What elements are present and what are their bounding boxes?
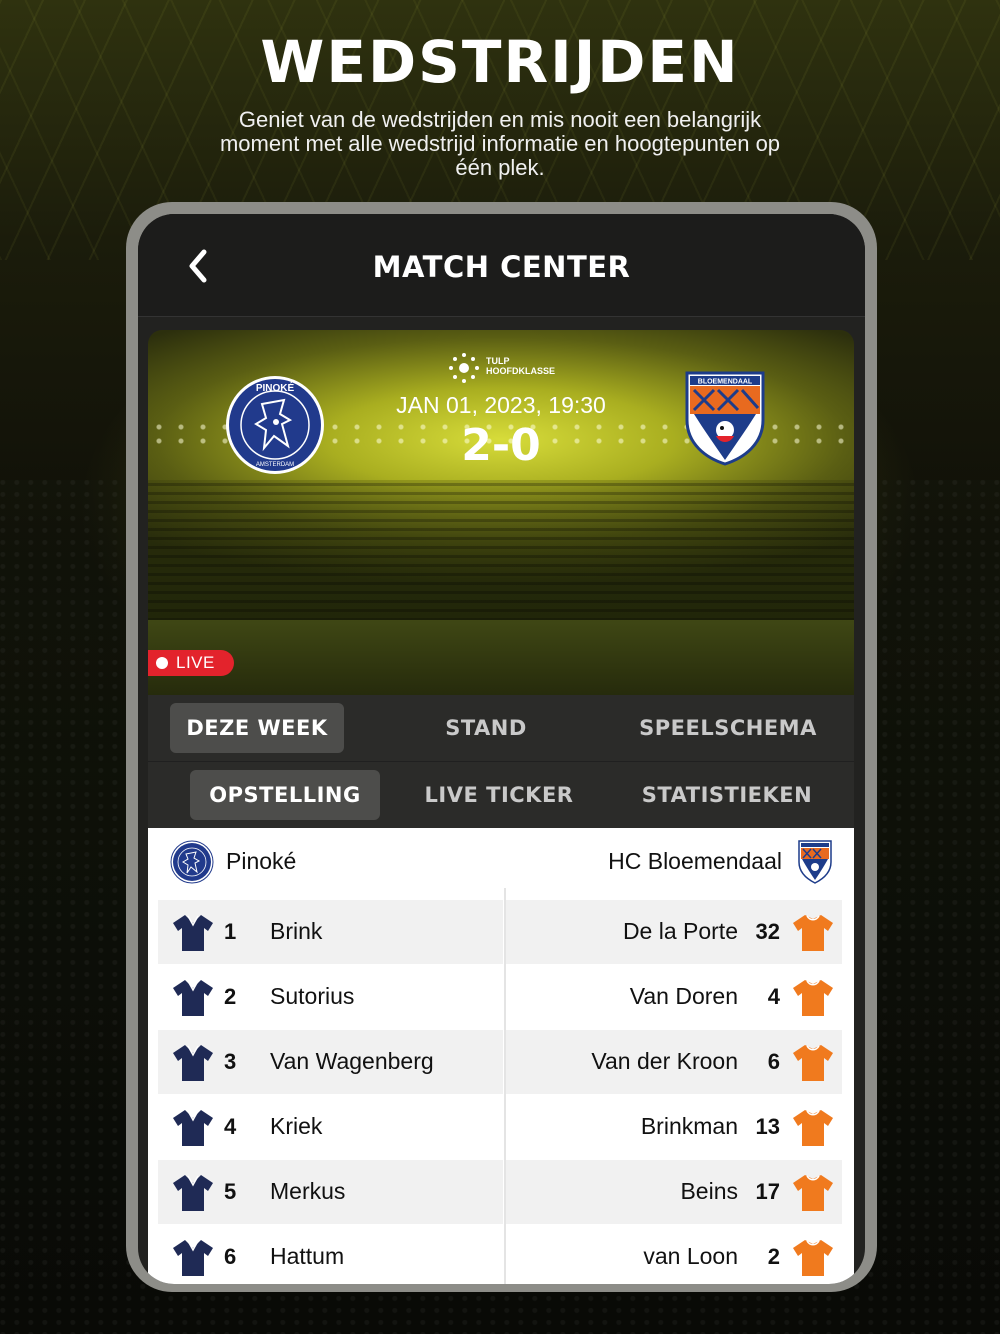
away-player-row[interactable]: 6 Van der Kroon	[506, 1030, 842, 1094]
away-shirt-icon	[793, 980, 833, 1016]
tab-deze-week[interactable]: DEZE WEEK	[170, 703, 344, 753]
player-number: 1	[224, 919, 237, 944]
home-team-name: Pinoké	[226, 848, 297, 874]
player-name: Brink	[270, 918, 323, 944]
player-name: Merkus	[270, 1178, 346, 1204]
player-name: Hattum	[270, 1243, 345, 1269]
home-shirt-icon	[173, 1240, 213, 1276]
tab-speelschema[interactable]: SPEELSCHEMA	[628, 703, 828, 753]
player-name: De la Porte	[622, 918, 738, 944]
player-name: van Loon	[643, 1243, 738, 1269]
player-number: 4	[767, 984, 780, 1009]
player-number: 4	[224, 1114, 237, 1139]
away-shirt-icon	[793, 1110, 833, 1146]
pinoke-small-logo-icon	[170, 840, 214, 884]
tab-opstelling[interactable]: OPSTELLING	[190, 770, 380, 820]
player-name: Van der Kroon	[591, 1048, 738, 1074]
player-number: 6	[224, 1244, 237, 1269]
home-player-row[interactable]: 1 Brink	[158, 900, 503, 964]
player-name: Beins	[680, 1178, 738, 1204]
player-number: 32	[755, 919, 780, 944]
league-name-line2: HOOFDKLASSE	[486, 366, 556, 376]
match-hero: TULP HOOFDKLASSE PINOKÉ AMSTERDAM JAN 01…	[148, 330, 854, 695]
tab-stand[interactable]: STAND	[396, 703, 576, 753]
live-badge: LIVE	[148, 650, 234, 676]
player-number: 6	[767, 1049, 780, 1074]
bloemendaal-logo-icon[interactable]: BLOEMENDAAL	[684, 370, 766, 466]
away-shirt-icon	[793, 915, 833, 951]
player-name: Van Wagenberg	[270, 1048, 434, 1074]
player-number: 2	[767, 1244, 780, 1269]
bloemendaal-small-logo-icon	[798, 840, 832, 884]
home-player-row[interactable]: 4 Kriek	[158, 1095, 503, 1159]
player-number: 2	[224, 984, 237, 1009]
live-dot-icon	[156, 657, 168, 669]
player-name: Kriek	[270, 1113, 323, 1139]
league-name: TULP HOOFDKLASSE	[486, 356, 555, 376]
player-number: 17	[755, 1179, 780, 1204]
player-number: 5	[224, 1179, 237, 1204]
live-label: LIVE	[176, 653, 215, 672]
away-shirt-icon	[793, 1045, 833, 1081]
player-name: Sutorius	[270, 983, 355, 1009]
away-player-row[interactable]: 2 van Loon	[506, 1225, 842, 1284]
away-player-row[interactable]: 4 Van Doren	[506, 965, 842, 1029]
home-shirt-icon	[173, 1045, 213, 1081]
home-player-row[interactable]: 6 Hattum	[158, 1225, 503, 1284]
home-shirt-icon	[173, 1110, 213, 1146]
home-shirt-icon	[173, 1175, 213, 1211]
pitch	[148, 620, 854, 695]
lineup-panel: Pinoké HC Bloemendaal 1 Brink 2 Sutorius…	[148, 828, 854, 1284]
player-name: Van Doren	[629, 983, 738, 1009]
home-player-row[interactable]: 5 Merkus	[158, 1160, 503, 1224]
away-player-row[interactable]: 32 De la Porte	[506, 900, 842, 964]
tab-statistieken[interactable]: STATISTIEKEN	[626, 770, 828, 820]
home-shirt-icon	[173, 980, 213, 1016]
tab-live-ticker[interactable]: LIVE TICKER	[404, 770, 594, 820]
device-frame: MATCH CENTER TULP HOOFDKLASSE PINOKÉ AMS…	[126, 202, 877, 1292]
away-player-row[interactable]: 17 Beins	[506, 1160, 842, 1224]
home-player-row[interactable]: 3 Van Wagenberg	[158, 1030, 503, 1094]
home-player-row[interactable]: 2 Sutorius	[158, 965, 503, 1029]
player-number: 3	[224, 1049, 237, 1074]
app-screen: MATCH CENTER TULP HOOFDKLASSE PINOKÉ AMS…	[138, 214, 865, 1284]
away-player-row[interactable]: 13 Brinkman	[506, 1095, 842, 1159]
away-team-name: HC Bloemendaal	[608, 848, 782, 874]
promo-headline: WEDSTRIJDEN	[260, 28, 740, 96]
away-logo-text: BLOEMENDAAL	[698, 379, 753, 386]
lineup-team-header: Pinoké HC Bloemendaal	[148, 828, 854, 896]
page-title: MATCH CENTER	[372, 250, 631, 284]
player-number: 13	[755, 1114, 780, 1139]
stadium-stands	[148, 480, 854, 630]
top-bar: MATCH CENTER	[138, 214, 865, 317]
promo-description: Geniet van de wedstrijden en mis nooit e…	[219, 107, 781, 180]
sub-tab-bar: OPSTELLING LIVE TICKER STATISTIEKEN	[148, 761, 854, 828]
player-name: Brinkman	[640, 1113, 738, 1139]
home-shirt-icon	[173, 915, 213, 951]
away-shirt-icon	[793, 1175, 833, 1211]
away-shirt-icon	[793, 1240, 833, 1276]
league-name-line1: TULP	[486, 356, 510, 366]
main-tab-bar: DEZE WEEK STAND SPEELSCHEMA	[148, 695, 854, 761]
